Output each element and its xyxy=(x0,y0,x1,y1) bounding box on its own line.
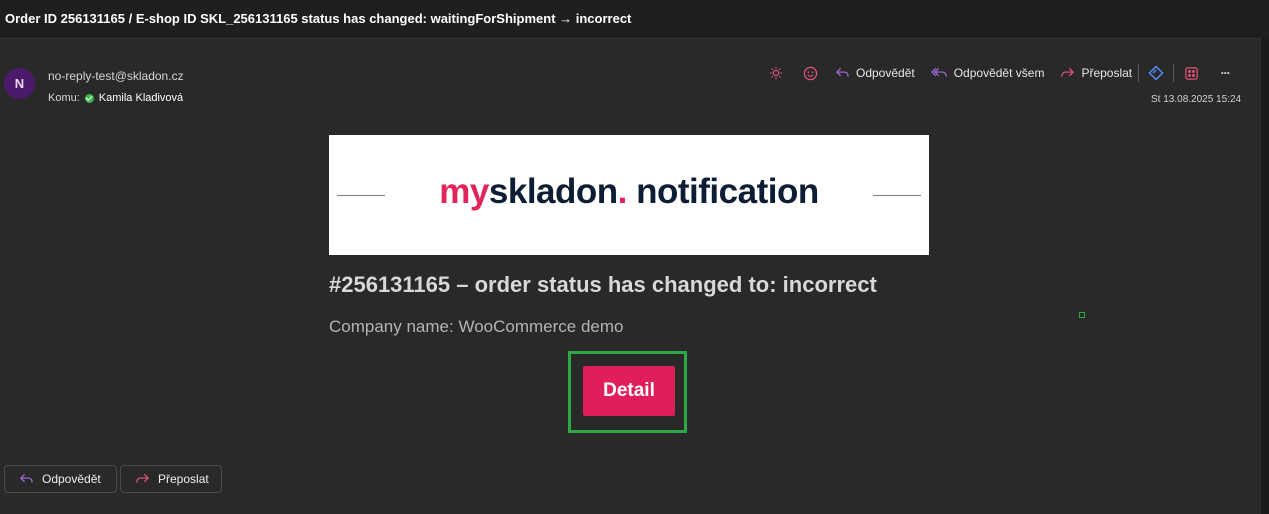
presence-available-icon xyxy=(84,93,94,103)
forward-button[interactable]: Přeposlat xyxy=(1060,66,1132,80)
toolbar-divider xyxy=(1138,64,1140,82)
reply-all-icon xyxy=(930,67,947,77)
sender-email[interactable]: no-reply-test@skladon.cz xyxy=(48,69,184,83)
footer-reply-label: Odpovědět xyxy=(42,472,101,486)
selection-marker xyxy=(1079,312,1085,318)
emoji-icon[interactable] xyxy=(799,62,821,84)
reply-label: Odpovědět xyxy=(856,66,915,80)
reply-all-button[interactable]: Odpovědět všem xyxy=(930,66,1045,80)
scrollbar-track[interactable] xyxy=(1261,38,1269,514)
subject-bar: Order ID 256131165 / E-shop ID SKL_25613… xyxy=(0,0,1269,39)
reply-all-label: Odpovědět všem xyxy=(953,66,1045,80)
toolbar-divider xyxy=(1173,64,1175,82)
message-toolbar: Odpovědět Odpovědět všem Přeposlat ··· xyxy=(765,62,1236,84)
footer-reply-button[interactable]: Odpovědět xyxy=(4,465,117,493)
detail-button[interactable]: Detail xyxy=(583,366,675,416)
footer-forward-button[interactable]: Přeposlat xyxy=(120,465,222,493)
reply-icon xyxy=(20,473,33,483)
company-name: Company name: WooCommerce demo xyxy=(329,317,624,336)
email-subject: Order ID 256131165 / E-shop ID SKL_25613… xyxy=(5,11,632,26)
reply-button[interactable]: Odpovědět xyxy=(835,66,915,80)
brand-banner: myskladon. notification xyxy=(329,135,929,255)
sender-avatar[interactable]: N xyxy=(4,68,35,99)
footer-forward-label: Přeposlat xyxy=(158,472,209,486)
brand-logo: myskladon. notification xyxy=(439,172,819,211)
status-headline: #256131165 – order status has changed to… xyxy=(329,272,877,297)
recipient-row: Komu: Kamila Kladivová xyxy=(48,92,183,104)
sun-icon[interactable] xyxy=(765,62,787,84)
forward-label: Přeposlat xyxy=(1081,66,1133,80)
to-label: Komu: xyxy=(48,92,80,104)
diamond-icon[interactable] xyxy=(1145,62,1167,84)
more-icon[interactable]: ··· xyxy=(1214,62,1236,84)
forward-icon xyxy=(1061,67,1075,77)
recipient-name[interactable]: Kamila Kladivová xyxy=(99,92,183,104)
apps-icon[interactable] xyxy=(1180,62,1202,84)
forward-icon xyxy=(136,473,149,483)
received-date: St 13.08.2025 15:24 xyxy=(1151,94,1242,105)
reply-icon xyxy=(836,67,849,77)
